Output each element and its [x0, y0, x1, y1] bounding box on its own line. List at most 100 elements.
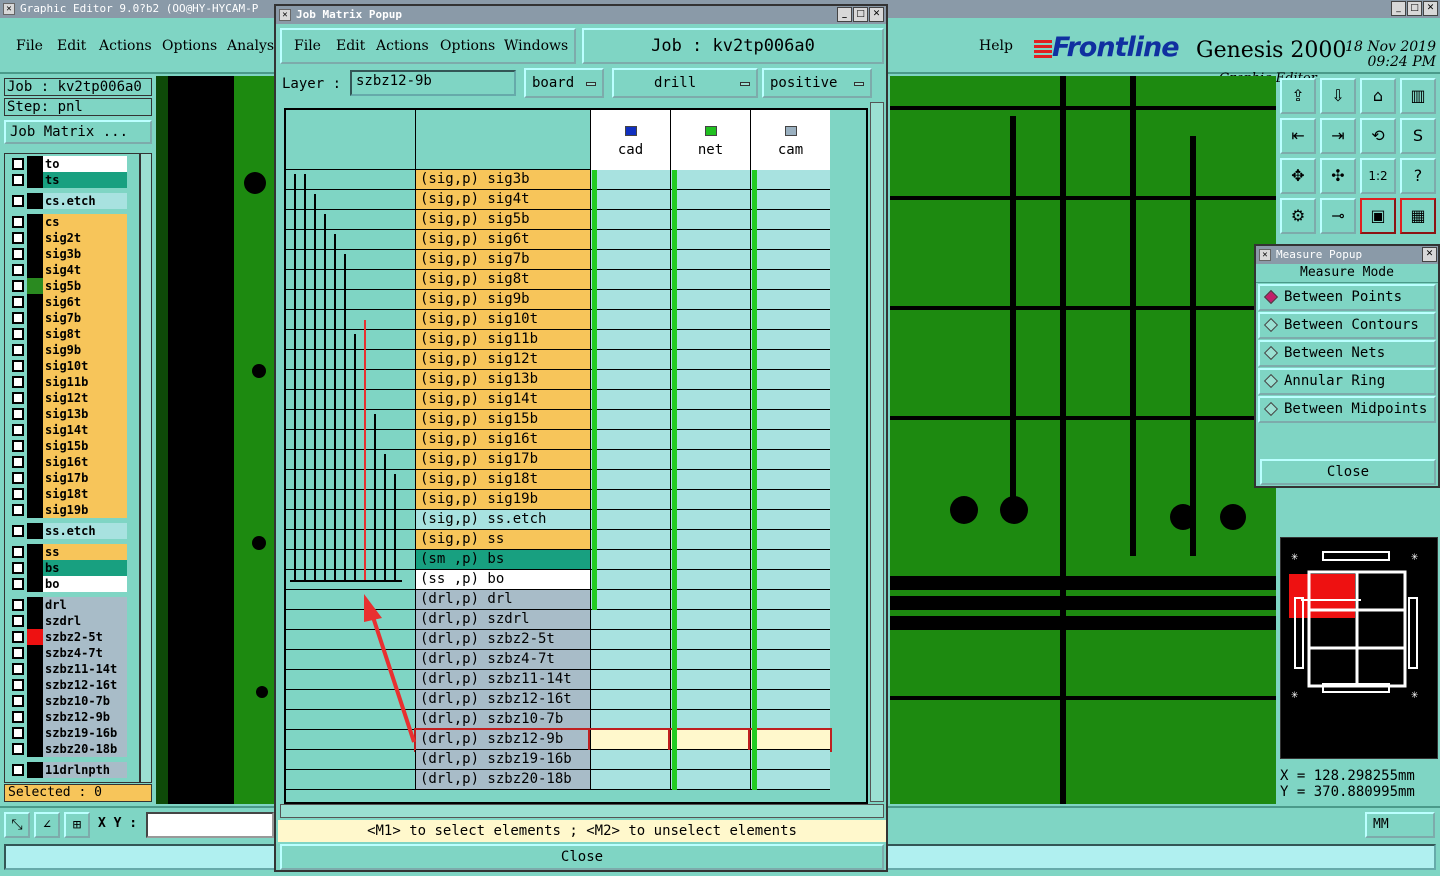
layer-color-swatch[interactable]	[27, 310, 43, 326]
step-down-icon[interactable]: ⇩	[1320, 78, 1356, 114]
matrix-layer-label[interactable]: (drl,p) szbz11-14t	[416, 670, 590, 690]
matrix-cell[interactable]	[590, 310, 670, 330]
measure-close-button[interactable]: Close	[1260, 459, 1436, 485]
matrix-cell[interactable]	[750, 190, 830, 210]
layer-checkbox[interactable]	[12, 743, 24, 755]
minimize-button[interactable]: _	[1391, 1, 1406, 16]
matrix-cell[interactable]	[750, 670, 830, 690]
panel-icon[interactable]: ▥	[1400, 78, 1436, 114]
matrix-cell[interactable]	[750, 750, 830, 770]
matrix-cell[interactable]	[670, 270, 750, 290]
matrix-cell[interactable]	[590, 470, 670, 490]
matrix-layer-label[interactable]: (drl,p) szbz20-18b	[416, 770, 590, 790]
matrix-cell[interactable]	[590, 270, 670, 290]
menu-analysis[interactable]: Analysi	[227, 38, 279, 54]
measure-option-between-nets[interactable]: Between Nets	[1258, 340, 1436, 367]
layer-row-to[interactable]: to	[7, 156, 127, 172]
matrix-cell[interactable]	[670, 550, 750, 570]
jm-layer-field[interactable]: szbz12-9b	[350, 70, 516, 96]
layer-color-swatch[interactable]	[27, 156, 43, 172]
layer-row-sig13b[interactable]: sig13b	[7, 406, 127, 422]
matrix-layer-label[interactable]: (sig,p) ss	[416, 530, 590, 550]
step-column-net[interactable]: net	[670, 110, 750, 170]
jm-menu-options[interactable]: Options	[440, 38, 495, 54]
matrix-cell[interactable]	[750, 250, 830, 270]
xy-input[interactable]	[146, 812, 274, 838]
layer-color-swatch[interactable]	[27, 278, 43, 294]
matrix-layer-label[interactable]: (sm ,p) bs	[416, 550, 590, 570]
layer-row-sig19b[interactable]: sig19b	[7, 502, 127, 518]
layer-color-swatch[interactable]	[27, 613, 43, 629]
matrix-cell[interactable]	[590, 530, 670, 550]
layer-row-szdrl[interactable]: szdrl	[7, 613, 127, 629]
matrix-cell[interactable]	[750, 430, 830, 450]
layer-row-sig18t[interactable]: sig18t	[7, 486, 127, 502]
matrix-cell[interactable]	[750, 270, 830, 290]
layer-row-szbz12-9b[interactable]: szbz12-9b	[7, 709, 127, 725]
matrix-layer-label[interactable]: (sig,p) sig3b	[416, 170, 590, 190]
layer-checkbox[interactable]	[12, 663, 24, 675]
matrix-cell[interactable]	[750, 490, 830, 510]
layer-checkbox[interactable]	[12, 456, 24, 468]
matrix-cell[interactable]	[668, 728, 752, 752]
jm-maximize-button[interactable]: □	[853, 7, 868, 22]
matrix-cell[interactable]	[670, 710, 750, 730]
layer-checkbox[interactable]	[12, 232, 24, 244]
matrix-cell[interactable]	[590, 690, 670, 710]
matrix-cell[interactable]	[590, 510, 670, 530]
matrix-cell[interactable]	[750, 230, 830, 250]
angle-snap-icon[interactable]: ∠	[34, 812, 60, 838]
right-icon[interactable]: ⇥	[1320, 118, 1356, 154]
matrix-layer-label[interactable]: (sig,p) sig10t	[416, 310, 590, 330]
matrix-cell[interactable]	[670, 410, 750, 430]
layer-row-sig7b[interactable]: sig7b	[7, 310, 127, 326]
layer-color-swatch[interactable]	[27, 544, 43, 560]
layer-row-ss[interactable]: ss	[7, 544, 127, 560]
matrix-cell[interactable]	[590, 490, 670, 510]
layer-row-sig16t[interactable]: sig16t	[7, 454, 127, 470]
layer-checkbox[interactable]	[12, 562, 24, 574]
layer-color-swatch[interactable]	[27, 645, 43, 661]
matrix-layer-label[interactable]: (drl,p) szbz19-16b	[416, 750, 590, 770]
popup-menu-icon[interactable]: ✕	[1259, 249, 1271, 261]
layer-color-swatch[interactable]	[27, 294, 43, 310]
layer-color-swatch[interactable]	[27, 502, 43, 518]
units-dropdown[interactable]: MM	[1365, 812, 1435, 838]
layer-color-swatch[interactable]	[27, 470, 43, 486]
matrix-layer-label[interactable]: (sig,p) sig14t	[416, 390, 590, 410]
pan-icon[interactable]: ✣	[1320, 158, 1356, 194]
matrix-cell[interactable]	[670, 210, 750, 230]
matrix-layer-label[interactable]: (sig,p) sig13b	[416, 370, 590, 390]
matrix-cell[interactable]	[670, 290, 750, 310]
matrix-cell[interactable]	[590, 710, 670, 730]
layer-color-swatch[interactable]	[27, 390, 43, 406]
window-menu-icon[interactable]: ✕	[3, 3, 15, 15]
matrix-cell[interactable]	[590, 590, 670, 610]
matrix-cell[interactable]	[670, 750, 750, 770]
layer-checkbox[interactable]	[12, 599, 24, 611]
matrix-cell[interactable]	[750, 390, 830, 410]
matrix-cell[interactable]	[590, 770, 670, 790]
matrix-layer-label[interactable]: (sig,p) sig5b	[416, 210, 590, 230]
matrix-layer-label[interactable]: (sig,p) sig18t	[416, 470, 590, 490]
layer-color-swatch[interactable]	[27, 661, 43, 677]
measure-option-between-midpoints[interactable]: Between Midpoints	[1258, 396, 1436, 423]
matrix-cell[interactable]	[750, 770, 830, 790]
layer-checkbox[interactable]	[12, 376, 24, 388]
layer-checkbox[interactable]	[12, 424, 24, 436]
matrix-cell[interactable]	[670, 450, 750, 470]
layer-row-ss.etch[interactable]: ss.etch	[7, 523, 127, 539]
layer-row-cs[interactable]: cs	[7, 214, 127, 230]
matrix-layer-label[interactable]: (sig,p) sig9b	[416, 290, 590, 310]
layer-checkbox[interactable]	[12, 647, 24, 659]
zoom-area-icon[interactable]: ✥	[1280, 158, 1316, 194]
jm-close-button[interactable]: Close	[280, 844, 884, 870]
layer-row-szbz20-18b[interactable]: szbz20-18b	[7, 741, 127, 757]
matrix-cell[interactable]	[750, 610, 830, 630]
matrix-cell[interactable]	[670, 570, 750, 590]
matrix-cell[interactable]	[750, 330, 830, 350]
layer-color-swatch[interactable]	[27, 486, 43, 502]
layer-row-sig3b[interactable]: sig3b	[7, 246, 127, 262]
jm-menu-actions[interactable]: Actions	[376, 38, 429, 54]
layer-color-swatch[interactable]	[27, 709, 43, 725]
